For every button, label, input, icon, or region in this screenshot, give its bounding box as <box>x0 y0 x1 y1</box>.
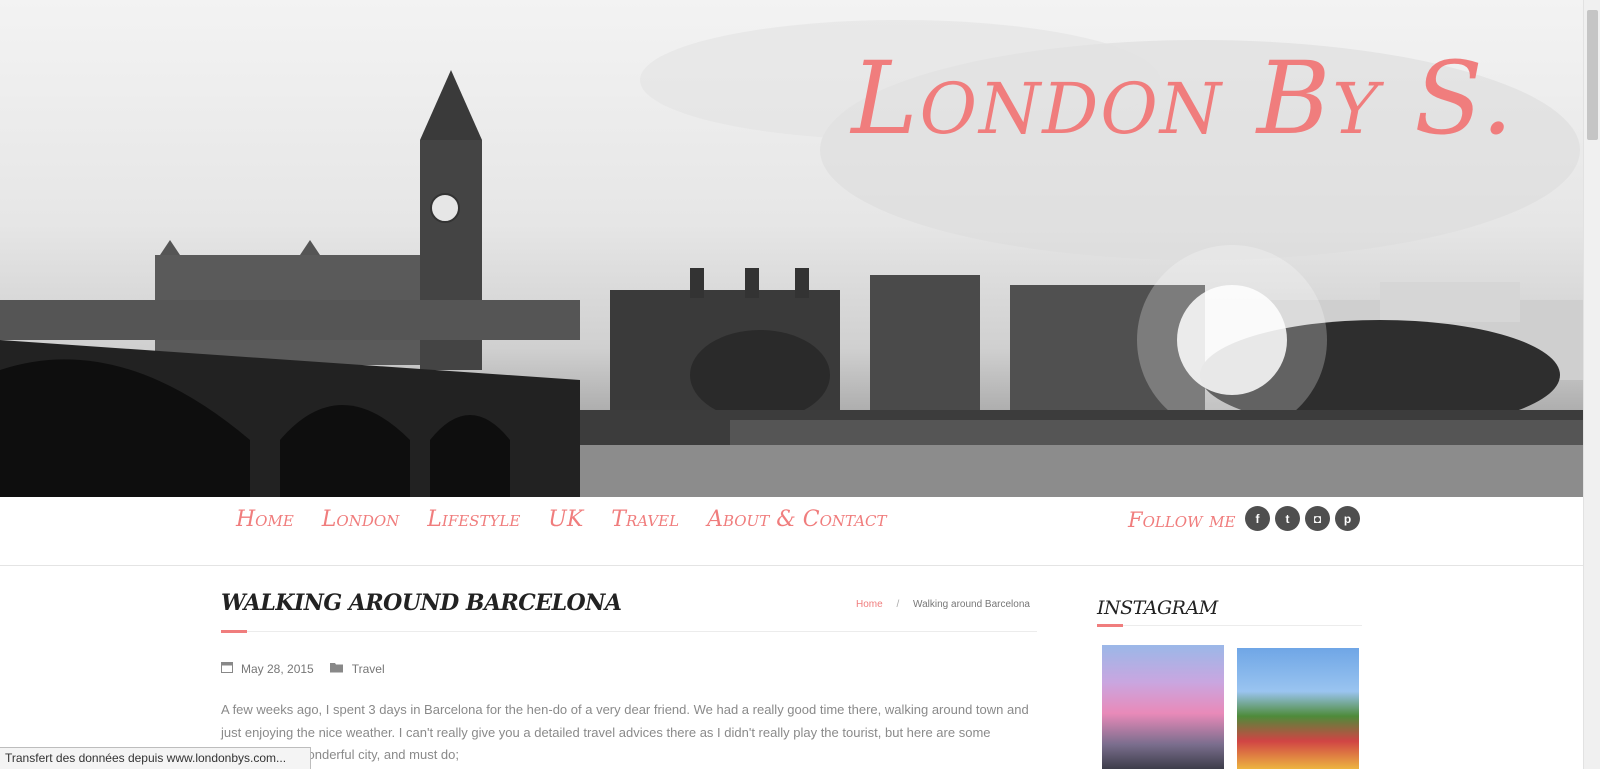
nav-uk[interactable]: UK <box>548 507 583 532</box>
widget-divider <box>1097 625 1362 626</box>
scrollbar-thumb[interactable] <box>1587 10 1598 140</box>
follow-me-label: Follow me <box>1128 508 1236 532</box>
post-meta: May 28, 2015 Travel <box>221 661 385 676</box>
calendar-icon <box>221 661 233 676</box>
browser-status-bar: Transfert des données depuis www.londonb… <box>0 747 311 769</box>
nav-travel[interactable]: Travel <box>611 507 679 532</box>
breadcrumb-home-link[interactable]: Home <box>856 599 883 610</box>
title-divider <box>221 631 1037 632</box>
social-links: f t ◘ p <box>1245 506 1360 531</box>
widget-accent-bar <box>1097 624 1123 627</box>
post-date: May 28, 2015 <box>241 661 314 676</box>
site-title[interactable]: London By S. <box>851 40 1515 157</box>
pinterest-icon[interactable]: p <box>1335 506 1360 531</box>
instagram-icon[interactable]: ◘ <box>1305 506 1330 531</box>
header-banner: London By S. <box>0 0 1583 497</box>
post-body-line: s wonderful city, and must do; <box>288 747 460 762</box>
breadcrumb-separator: / <box>896 599 900 610</box>
vertical-scrollbar[interactable] <box>1583 0 1600 769</box>
breadcrumb-current: Walking around Barcelona <box>913 599 1030 610</box>
post-body: A few weeks ago, I spent 3 days in Barce… <box>221 699 1037 767</box>
folder-icon <box>329 661 344 676</box>
post-body-line: just enjoying the nice weather. I can't … <box>221 724 991 740</box>
twitter-icon[interactable]: t <box>1275 506 1300 531</box>
breadcrumb: Home / Walking around Barcelona <box>856 599 1030 610</box>
nav-home[interactable]: Home <box>236 507 294 532</box>
post-title: Walking around Barcelona <box>221 590 622 616</box>
post-body-line: A few weeks ago, I spent 3 days in Barce… <box>221 702 1029 717</box>
nav-lifestyle[interactable]: Lifestyle <box>427 507 520 532</box>
menu: Home London Lifestyle UK Travel About & … <box>236 507 915 532</box>
main-navigation: Home London Lifestyle UK Travel About & … <box>0 497 1583 566</box>
nav-london[interactable]: London <box>322 507 399 532</box>
post-category-link[interactable]: Travel <box>352 662 385 676</box>
title-accent-bar <box>221 630 247 633</box>
instagram-widget-title: Instagram <box>1097 597 1218 619</box>
instagram-photo[interactable] <box>1237 648 1359 769</box>
nav-about-contact[interactable]: About & Contact <box>707 507 886 532</box>
instagram-photo[interactable] <box>1102 645 1224 769</box>
facebook-icon[interactable]: f <box>1245 506 1270 531</box>
